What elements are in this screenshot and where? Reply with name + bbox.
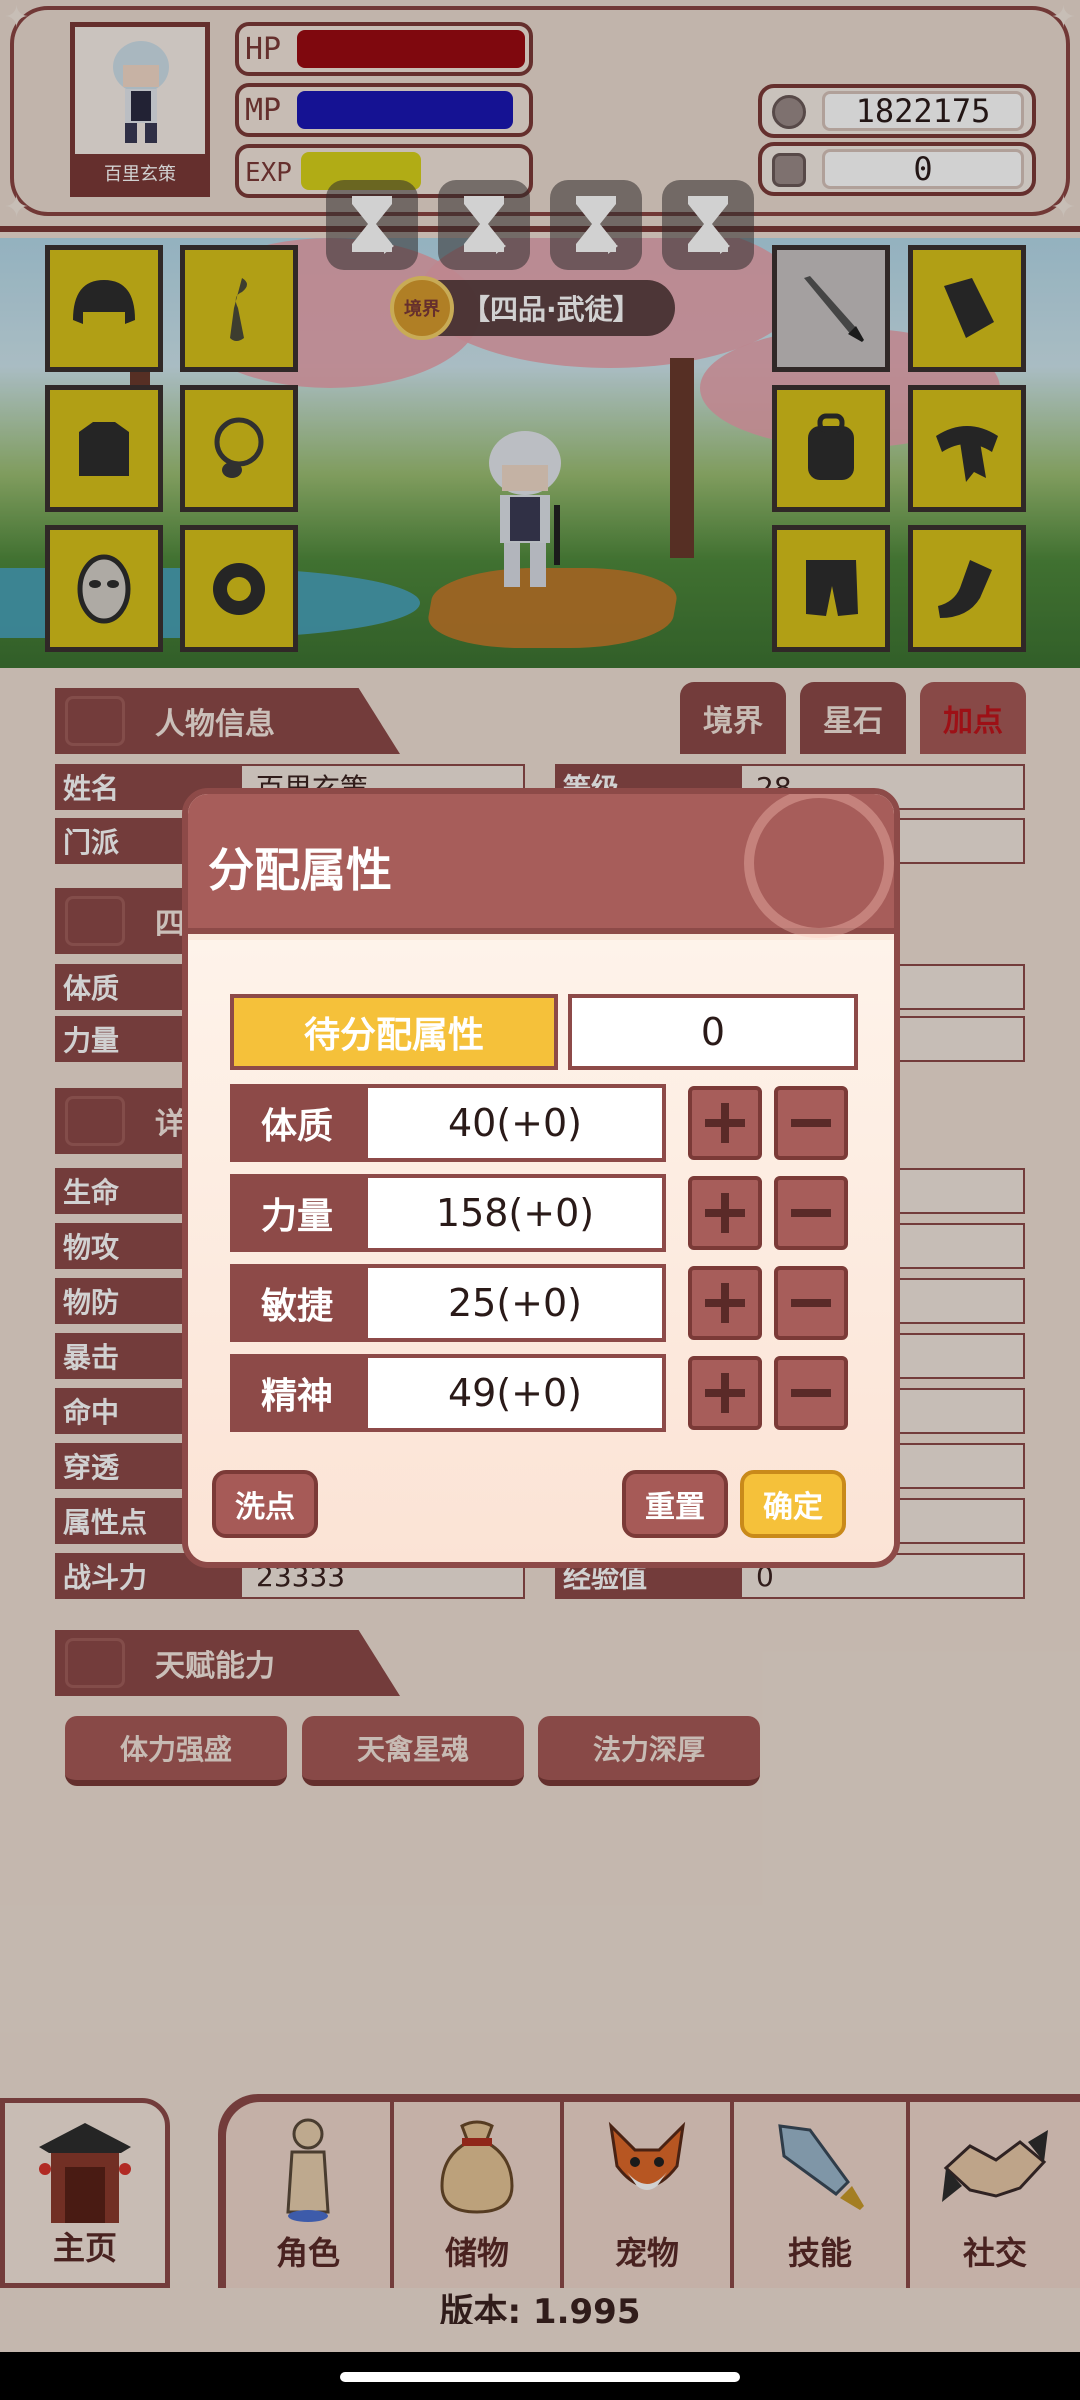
plus-icon bbox=[705, 1103, 745, 1143]
dialog-header: 分配属性 bbox=[188, 794, 894, 938]
minus-button[interactable] bbox=[774, 1356, 848, 1430]
minus-button[interactable] bbox=[774, 1266, 848, 1340]
minus-icon bbox=[791, 1389, 831, 1397]
home-indicator[interactable] bbox=[340, 2372, 740, 2382]
allocate-attributes-dialog: 分配属性 待分配属性 0 体质 40(+0) 力量 158(+0) 敏捷 25(… bbox=[182, 788, 900, 1568]
attr-value: 158(+0) bbox=[364, 1174, 666, 1252]
plus-button[interactable] bbox=[688, 1266, 762, 1340]
pending-points-label: 待分配属性 bbox=[230, 994, 558, 1070]
plus-icon bbox=[705, 1283, 745, 1323]
minus-icon bbox=[791, 1119, 831, 1127]
plus-button[interactable] bbox=[688, 1356, 762, 1430]
attr-value: 49(+0) bbox=[364, 1354, 666, 1432]
minus-icon bbox=[791, 1209, 831, 1217]
attr-row-spirit: 精神 49(+0) bbox=[230, 1354, 870, 1432]
minus-button[interactable] bbox=[774, 1176, 848, 1250]
dialog-body: 待分配属性 0 体质 40(+0) 力量 158(+0) 敏捷 25(+0) 精… bbox=[188, 940, 894, 1562]
pending-points-value: 0 bbox=[568, 994, 858, 1070]
attr-name: 敏捷 bbox=[230, 1264, 364, 1342]
dialog-title: 分配属性 bbox=[208, 843, 392, 897]
attr-value: 40(+0) bbox=[364, 1084, 666, 1162]
wash-points-button[interactable]: 洗点 bbox=[212, 1470, 318, 1538]
attr-row-strength: 力量 158(+0) bbox=[230, 1174, 870, 1252]
plus-button[interactable] bbox=[688, 1176, 762, 1250]
reset-button[interactable]: 重置 bbox=[622, 1470, 728, 1538]
minus-button[interactable] bbox=[774, 1086, 848, 1160]
attr-name: 力量 bbox=[230, 1174, 364, 1252]
plus-icon bbox=[705, 1373, 745, 1413]
minus-icon bbox=[791, 1299, 831, 1307]
attr-row-constitution: 体质 40(+0) bbox=[230, 1084, 870, 1162]
attr-name: 体质 bbox=[230, 1084, 364, 1162]
plus-icon bbox=[705, 1193, 745, 1233]
plus-button[interactable] bbox=[688, 1086, 762, 1160]
attr-row-agility: 敏捷 25(+0) bbox=[230, 1264, 870, 1342]
confirm-button[interactable]: 确定 bbox=[740, 1470, 846, 1538]
attr-value: 25(+0) bbox=[364, 1264, 666, 1342]
attr-name: 精神 bbox=[230, 1354, 364, 1432]
hexagram-icon bbox=[744, 794, 894, 938]
